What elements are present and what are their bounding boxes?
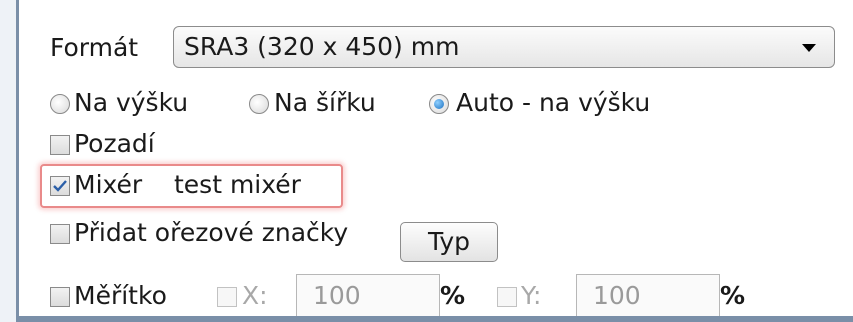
checkbox-crop-marks-label: Přidat ořezové značky xyxy=(74,218,349,247)
radio-auto-portrait-label: Auto - na výšku xyxy=(456,88,651,117)
chevron-down-icon[interactable] xyxy=(802,44,816,52)
mixer-name: test mixér xyxy=(174,170,301,199)
checkbox-scale[interactable] xyxy=(50,287,70,307)
scale-x-label: X: xyxy=(242,281,268,310)
scale-y-label: Y: xyxy=(521,281,542,310)
print-settings-panel: Formát SRA3 (320 x 450) mm Na výšku Na š… xyxy=(16,0,853,322)
radio-portrait[interactable] xyxy=(50,94,70,114)
radio-auto-portrait[interactable] xyxy=(429,94,449,114)
checkbox-pozadi[interactable] xyxy=(50,135,70,155)
scale-x-unit: % xyxy=(440,281,466,310)
checkbox-mixer[interactable] xyxy=(50,176,70,196)
panel-bottom-border xyxy=(16,316,853,322)
checkbox-scale-y[interactable] xyxy=(497,287,517,307)
format-label: Formát xyxy=(50,33,139,62)
typ-button[interactable]: Typ xyxy=(400,222,498,262)
checkbox-crop-marks[interactable] xyxy=(50,224,70,244)
radio-portrait-label: Na výšku xyxy=(74,88,189,117)
checkbox-mixer-label: Mixér xyxy=(74,170,143,199)
checkbox-pozadi-label: Pozadí xyxy=(74,129,155,158)
checkmark-icon xyxy=(53,180,67,192)
scale-y-unit: % xyxy=(720,281,746,310)
format-dropdown-value: SRA3 (320 x 450) mm xyxy=(184,32,460,61)
radio-landscape-label: Na šířku xyxy=(274,88,376,117)
checkbox-scale-x[interactable] xyxy=(217,287,237,307)
radio-landscape[interactable] xyxy=(249,94,269,114)
format-dropdown[interactable]: SRA3 (320 x 450) mm xyxy=(173,26,835,68)
checkbox-scale-label: Měřítko xyxy=(74,281,167,310)
scale-y-input[interactable]: 100 xyxy=(576,274,720,318)
panel-left-border xyxy=(16,0,19,322)
scale-x-input[interactable]: 100 xyxy=(296,274,440,318)
